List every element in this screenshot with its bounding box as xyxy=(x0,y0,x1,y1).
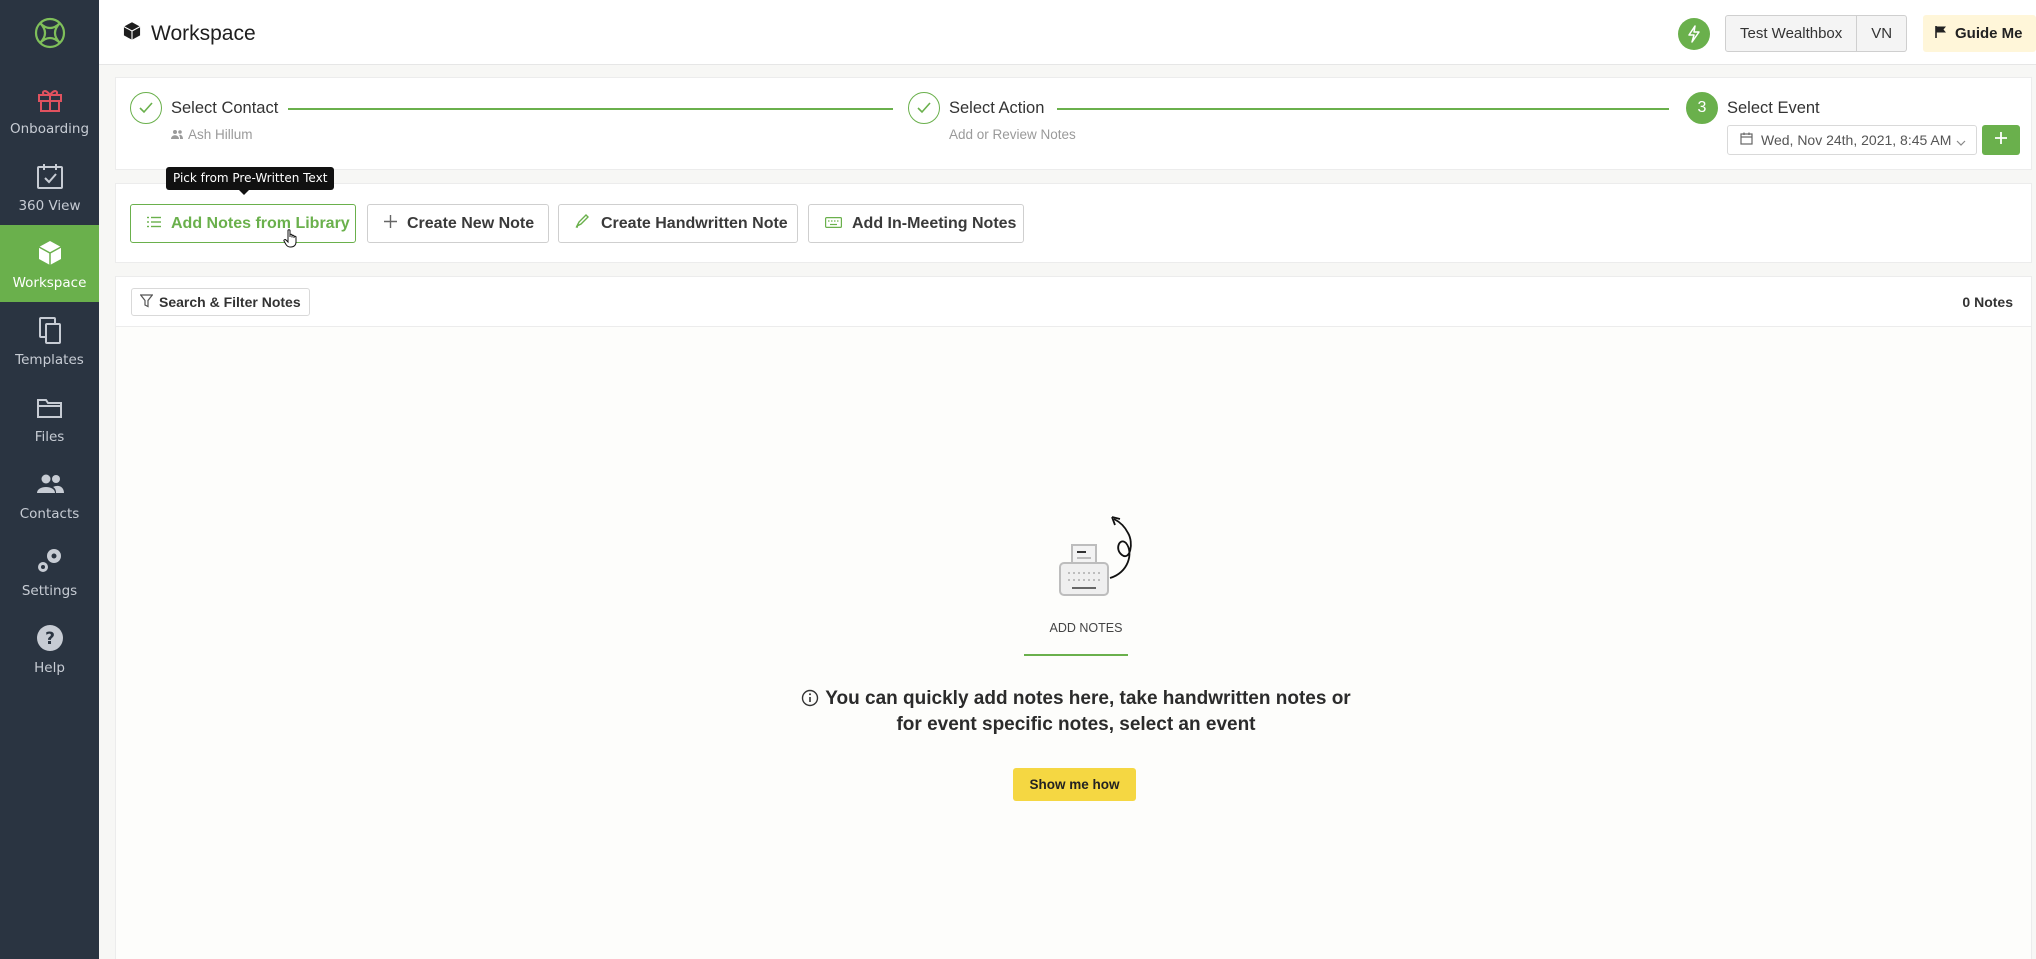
show-me-how-button[interactable]: Show me how xyxy=(1013,768,1136,801)
svg-text:?: ? xyxy=(45,629,55,649)
cube-icon xyxy=(34,237,66,269)
info-icon xyxy=(801,689,819,713)
note-actions-toolbar: Add Notes from Library Create New Note C… xyxy=(115,183,2032,263)
sidebar-item-label: Help xyxy=(34,659,65,676)
typewriter-icon xyxy=(1046,513,1146,603)
sidebar-item-label: Onboarding xyxy=(9,120,90,137)
event-date-select[interactable]: Wed, Nov 24th, 2021, 8:45 AM xyxy=(1727,125,1977,155)
calendar-icon xyxy=(1740,132,1753,148)
page-title: Workspace xyxy=(121,20,256,48)
contact-name: Ash Hillum xyxy=(188,127,253,142)
sidebar-item-settings[interactable]: Settings xyxy=(0,533,99,610)
users-icon xyxy=(34,468,66,500)
step-3-number: 3 xyxy=(1686,92,1718,124)
calendar-check-icon xyxy=(34,160,66,192)
account-button-group: Test Wealthbox VN xyxy=(1725,15,1908,52)
add-notes-from-library-button[interactable]: Add Notes from Library xyxy=(130,204,356,243)
notes-panel-header: Search & Filter Notes 0 Notes xyxy=(116,277,2031,327)
sidebar-item-label: Workspace xyxy=(12,274,87,291)
sidebar-item-workspace[interactable]: Workspace xyxy=(0,225,99,302)
add-in-meeting-notes-button[interactable]: Add In-Meeting Notes xyxy=(808,204,1024,243)
step-2-check-icon xyxy=(908,92,940,124)
sidebar-item-templates[interactable]: Templates xyxy=(0,302,99,379)
sidebar-item-label: Files xyxy=(34,428,65,445)
library-tooltip: Pick from Pre-Written Text xyxy=(166,167,335,195)
step-1-check-icon xyxy=(130,92,162,124)
create-handwritten-note-label: Create Handwritten Note xyxy=(601,214,788,232)
flag-icon xyxy=(1935,25,1947,43)
top-header: Workspace Test Wealthbox VN Guide Me xyxy=(99,0,2036,65)
sidebar-item-label: Contacts xyxy=(19,505,80,522)
gears-icon xyxy=(34,545,66,577)
sidebar-item-files[interactable]: Files xyxy=(0,379,99,456)
add-notes-from-library-label: Add Notes from Library xyxy=(171,214,350,232)
notes-panel: Search & Filter Notes 0 Notes ADD NOTES … xyxy=(115,276,2032,959)
sidebar: Onboarding 360 View Workspace Templates … xyxy=(0,0,99,959)
sidebar-item-onboarding[interactable]: Onboarding xyxy=(0,71,99,148)
add-notes-label: ADD NOTES xyxy=(1049,621,1123,635)
filter-icon xyxy=(139,293,154,311)
sidebar-item-360-view[interactable]: 360 View xyxy=(0,148,99,225)
empty-message-line-1: You can quickly add notes here, take han… xyxy=(825,688,1351,709)
step-2-title[interactable]: Select Action xyxy=(949,99,1044,118)
sidebar-item-help[interactable]: ? Help xyxy=(0,610,99,687)
step-connector xyxy=(1057,108,1669,110)
page-title-text: Workspace xyxy=(151,22,256,45)
question-circle-icon: ? xyxy=(34,622,66,654)
lightning-icon[interactable] xyxy=(1678,18,1710,50)
contact-icon xyxy=(171,127,183,142)
chevron-down-icon xyxy=(1956,134,1966,150)
create-new-note-label: Create New Note xyxy=(407,214,535,232)
step-connector xyxy=(288,108,893,110)
step-2-subtitle: Add or Review Notes xyxy=(949,127,1076,142)
search-filter-notes-label: Search & Filter Notes xyxy=(159,294,301,310)
step-progress: Select Contact Ash Hillum Select Action … xyxy=(115,77,2032,170)
plus-icon xyxy=(1994,131,2008,150)
sidebar-item-label: Templates xyxy=(15,351,84,368)
guide-me-button[interactable]: Guide Me xyxy=(1923,15,2036,52)
step-1-subtitle: Ash Hillum xyxy=(171,127,253,142)
sidebar-item-label: Settings xyxy=(21,582,78,599)
notes-count: 0 Notes xyxy=(1962,294,2013,310)
add-event-button[interactable] xyxy=(1982,125,2020,155)
search-filter-notes-button[interactable]: Search & Filter Notes xyxy=(131,288,310,316)
create-new-note-button[interactable]: Create New Note xyxy=(367,204,549,243)
guide-me-label: Guide Me xyxy=(1955,25,2023,42)
sidebar-item-label: 360 View xyxy=(18,197,81,214)
hand-cursor-icon xyxy=(283,229,299,253)
add-notes-underline xyxy=(1024,654,1128,656)
step-1-title[interactable]: Select Contact xyxy=(171,99,278,118)
event-date-value: Wed, Nov 24th, 2021, 8:45 AM xyxy=(1761,132,1952,148)
empty-state-message: You can quickly add notes here, take han… xyxy=(776,687,1376,736)
list-icon xyxy=(147,215,161,233)
user-initials-button[interactable]: VN xyxy=(1856,16,1906,51)
step-3-title[interactable]: Select Event xyxy=(1727,99,1820,118)
copy-icon xyxy=(34,314,66,346)
empty-message-line-2: for event specific notes, select an even… xyxy=(896,714,1256,735)
keyboard-icon xyxy=(825,215,843,233)
account-button[interactable]: Test Wealthbox xyxy=(1726,16,1856,51)
sidebar-item-contacts[interactable]: Contacts xyxy=(0,456,99,533)
gift-icon xyxy=(34,83,66,115)
folder-icon xyxy=(34,391,66,423)
app-logo[interactable] xyxy=(0,0,99,65)
cube-icon xyxy=(121,20,143,48)
create-handwritten-note-button[interactable]: Create Handwritten Note xyxy=(558,204,798,243)
pen-icon xyxy=(575,214,591,233)
plus-icon xyxy=(384,214,397,233)
add-in-meeting-notes-label: Add In-Meeting Notes xyxy=(852,214,1017,232)
